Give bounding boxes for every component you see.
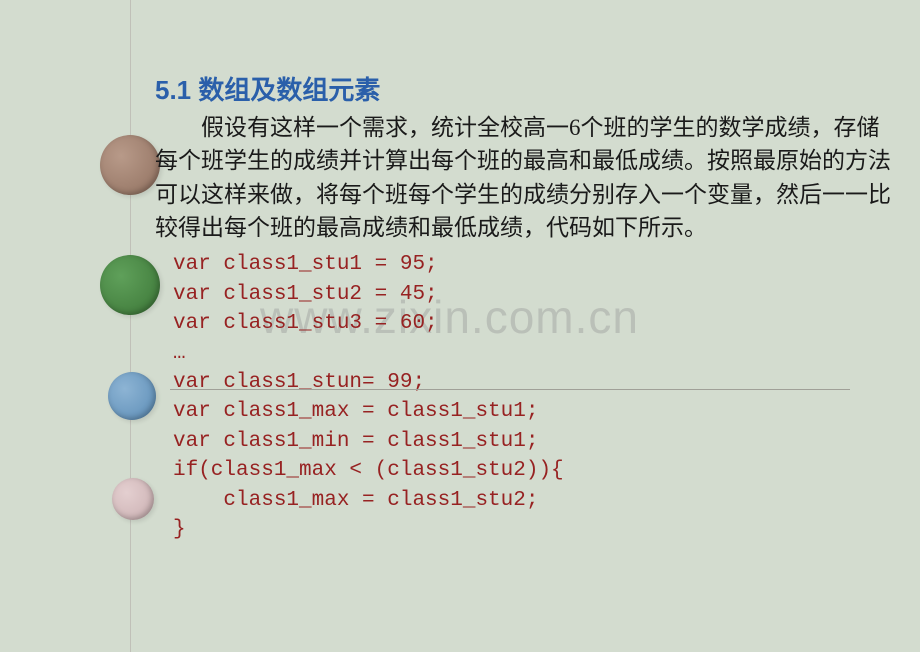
code-line: } <box>173 515 895 544</box>
decorative-horizontal-line <box>170 389 850 390</box>
code-line: class1_max = class1_stu2; <box>173 486 895 515</box>
code-line: var class1_stu3 = 60; <box>173 309 895 338</box>
decorative-circle-brown <box>100 135 160 195</box>
body-paragraph: 假设有这样一个需求，统计全校高一6个班的学生的数学成绩，存储每个班学生的成绩并计… <box>155 111 895 244</box>
code-line: var class1_stun= 99; <box>173 368 895 397</box>
slide-content: 5.1 数组及数组元素 假设有这样一个需求，统计全校高一6个班的学生的数学成绩，… <box>155 70 895 544</box>
code-line: var class1_min = class1_stu1; <box>173 427 895 456</box>
code-line: var class1_max = class1_stu1; <box>173 397 895 426</box>
section-heading: 5.1 数组及数组元素 <box>155 70 895 107</box>
decorative-circle-blue <box>108 372 156 420</box>
code-block: var class1_stu1 = 95; var class1_stu2 = … <box>173 250 895 544</box>
code-line: var class1_stu2 = 45; <box>173 280 895 309</box>
code-line: … <box>173 339 895 368</box>
code-line: var class1_stu1 = 95; <box>173 250 895 279</box>
decorative-circle-green <box>100 255 160 315</box>
decorative-circle-pink <box>112 478 154 520</box>
code-line: if(class1_max < (class1_stu2)){ <box>173 456 895 485</box>
decorative-vertical-line <box>130 0 131 652</box>
